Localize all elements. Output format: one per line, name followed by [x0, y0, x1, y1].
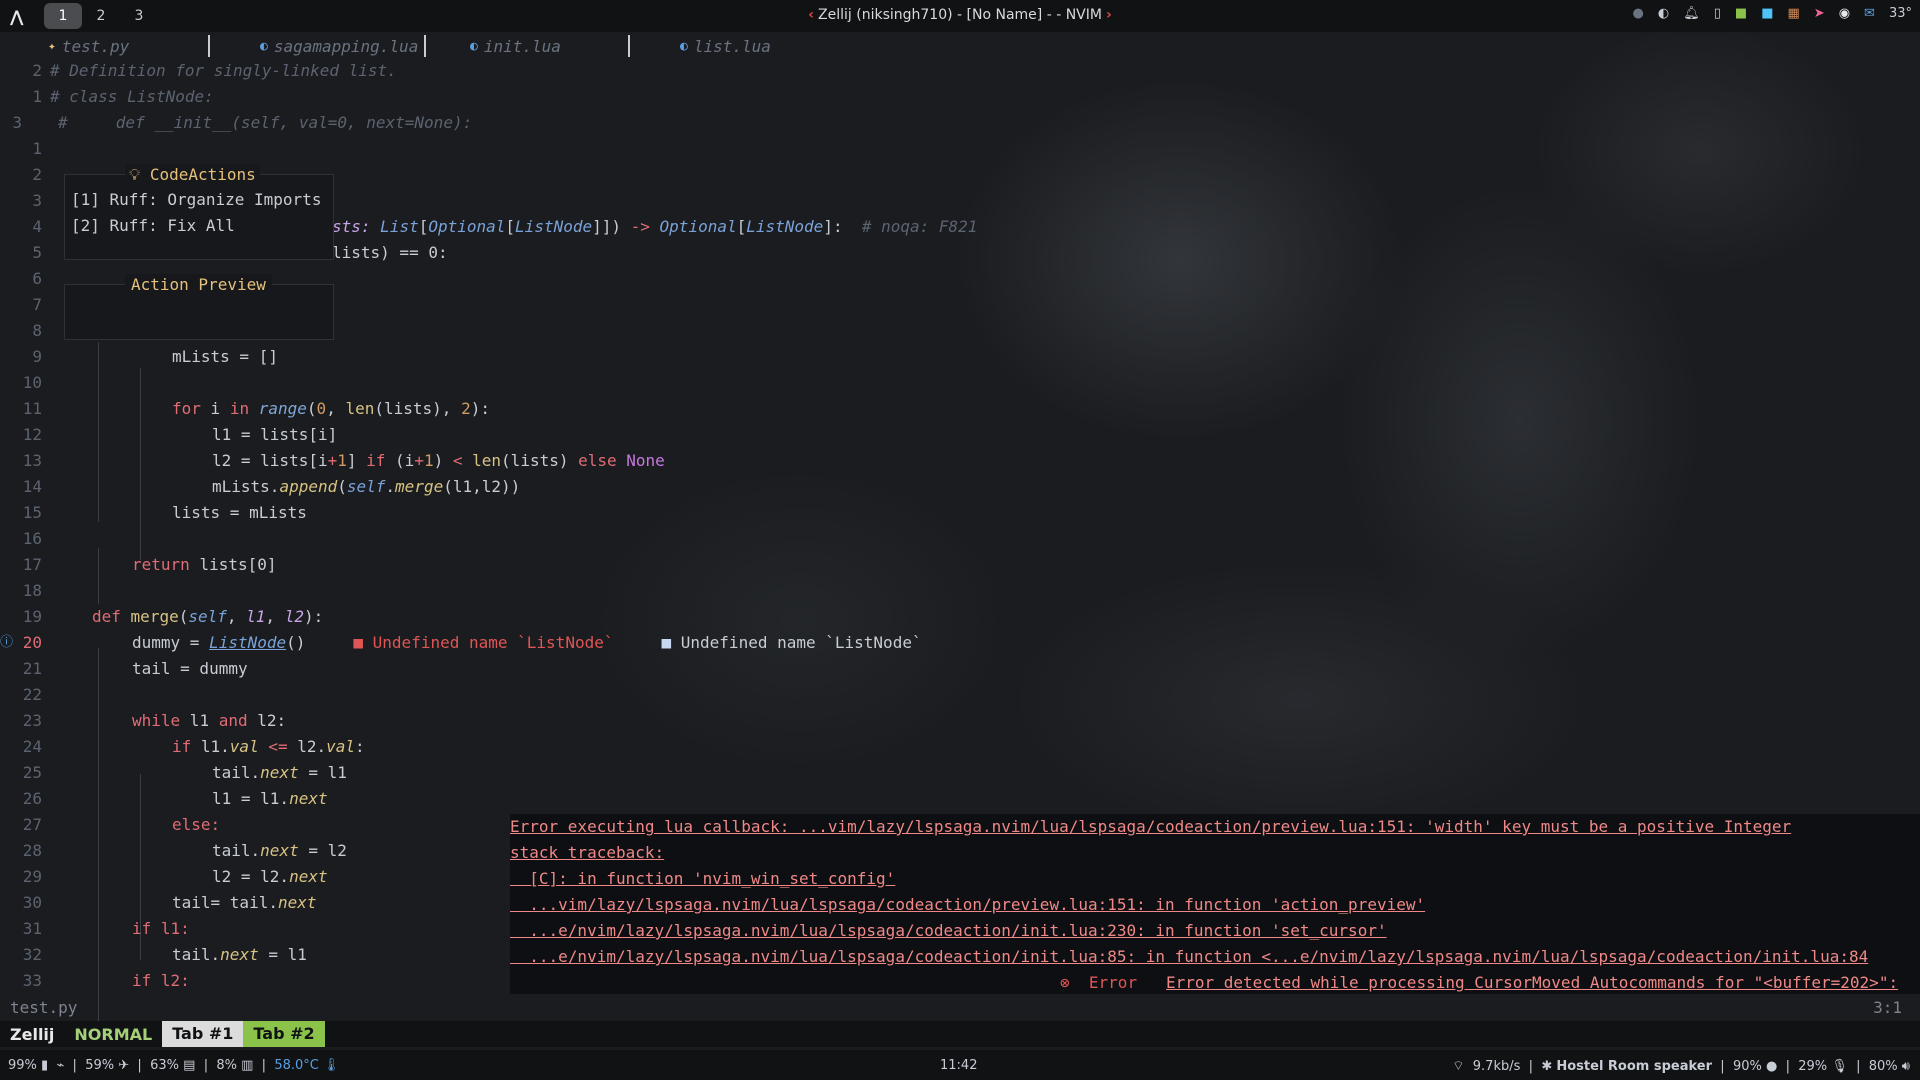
- workspace-2[interactable]: 2: [82, 3, 120, 29]
- code-line: 13 l2 = lists[i+1] if (i+1) < len(lists) …: [22, 451, 665, 470]
- diagnostic-error: ■ Undefined name `ListNode`: [353, 633, 614, 652]
- mail-icon[interactable]: ✉: [1864, 6, 1875, 21]
- cursor-position: 3:1: [1873, 998, 1902, 1017]
- diagnostic-info: ■ Undefined name `ListNode`: [661, 633, 922, 652]
- thermometer-icon: 🌡︎: [323, 1058, 340, 1073]
- buffer-line: ✦ test.py ◐ sagamapping.lua ◐ init.lua ◐…: [0, 32, 1920, 60]
- arch-logo-icon[interactable]: ⋀: [10, 7, 30, 26]
- zellij-tab-2[interactable]: Tab #2: [243, 1021, 325, 1047]
- mode-indicator: NORMAL: [74, 1024, 153, 1044]
- error-line-5: ...e/nvim/lazy/lspsaga.nvim/lua/lspsaga/…: [510, 921, 1387, 940]
- top-bar: ⋀ 1 2 3 ‹ Zellij (niksingh710) - [No Name…: [0, 0, 1920, 32]
- workspace-1[interactable]: 1: [44, 3, 82, 29]
- code-line: 9 mLists = []: [32, 347, 278, 366]
- code-actions-title: 💡︎ CodeActions: [125, 164, 260, 186]
- lua-icon: ◐: [260, 38, 268, 54]
- brightness-icon[interactable]: ●: [1766, 1059, 1777, 1074]
- code-line: 24 if l1.val <= l2.val:: [22, 737, 365, 756]
- android-icon[interactable]: ■: [1735, 6, 1747, 21]
- python-icon: ✦: [48, 38, 56, 54]
- code-line: 1: [32, 139, 42, 158]
- leaf-icon: ⌁: [56, 1058, 65, 1073]
- status-filename: test.py: [10, 998, 78, 1017]
- lightbulb-icon: 💡︎: [129, 165, 141, 184]
- code-line: 10: [22, 373, 42, 392]
- disk-icon: ▥: [241, 1058, 254, 1073]
- code-line: 21 tail = dummy: [22, 659, 248, 678]
- system-status-bar: 99% ▮ ⌁ | 59% ✈ | 63% ▤ | 8% ▥ | 58.0°C …: [0, 1050, 1920, 1080]
- microphone-icon[interactable]: 🎙︎: [1831, 1059, 1848, 1074]
- code-line: 3 # def __init__(self, val=0, next=None):: [12, 113, 473, 132]
- code-line: 16: [22, 529, 42, 548]
- code-line-current: ⓘ 20 dummy = ListNode() ■ Undefined name `L…: [0, 630, 1920, 656]
- code-line: 11 for i in range(0, len(lists), 2):: [22, 399, 490, 418]
- system-tray: ● ◐ 🔔︎ ▯ ■ ■ ▦ ➤ ◉ ✉ 33°: [1633, 6, 1912, 21]
- system-stats: 99% ▮ ⌁ | 59% ✈ | 63% ▤ | 8% ▥ | 58.0°C …: [8, 1058, 340, 1073]
- zellij-tab-bar: Zellij NORMAL Tab #1 Tab #2: [0, 1021, 1920, 1047]
- code-action-organize-imports[interactable]: [1] Ruff: Organize Imports: [71, 187, 321, 213]
- weather-temp: 33°: [1888, 6, 1912, 21]
- send-icon[interactable]: ➤: [1814, 6, 1825, 21]
- app-icon[interactable]: ■: [1761, 6, 1773, 21]
- code-line: 19 def merge(self, l1, l2):: [22, 607, 324, 626]
- error-line-6: ...e/nvim/lazy/lspsaga.nvim/lua/lspsaga/…: [510, 947, 1869, 966]
- chevron-right-icon: ›: [1105, 7, 1112, 23]
- code-line: 12 l1 = lists[i]: [22, 425, 338, 444]
- cpu-icon: ✈: [118, 1058, 130, 1073]
- bell-icon[interactable]: 🔔︎: [1683, 6, 1700, 21]
- error-line-2: stack traceback:: [510, 843, 665, 862]
- error-notification: ⊗ Error Error detected while processing …: [1060, 973, 1899, 992]
- toggle-icon[interactable]: ◐: [1658, 6, 1669, 21]
- memory-icon: ▤: [183, 1058, 196, 1073]
- nvim-statusline: test.py 3:1: [0, 996, 1920, 1020]
- clock[interactable]: 11:42: [940, 1058, 977, 1073]
- battery-icon: ▮: [41, 1058, 49, 1073]
- volume-icon[interactable]: 🔊︎: [1902, 1059, 1910, 1074]
- code-line: 14 mLists.append(self.merge(l1,l2)): [22, 477, 521, 496]
- buffer-tab-test-py[interactable]: ✦ test.py: [0, 33, 210, 59]
- buffer-tab-sagamapping[interactable]: ◐ sagamapping.lua: [210, 33, 427, 59]
- code-line: 2 # Definition for singly-linked list.: [32, 61, 397, 80]
- zellij-label: Zellij: [10, 1024, 55, 1044]
- phone-icon[interactable]: ▯: [1714, 6, 1721, 21]
- buffer-tab-list-lua[interactable]: ◐ list.lua: [630, 33, 840, 59]
- code-line: 17 return lists[0]: [22, 555, 277, 574]
- error-message-panel: Error executing lua callback: ...vim/laz…: [510, 814, 1920, 994]
- undefined-symbol[interactable]: ListNode: [209, 633, 286, 652]
- error-line-1: Error executing lua callback: ...vim/laz…: [510, 817, 1792, 836]
- chevron-left-icon: ‹: [808, 7, 815, 23]
- code-line: 25 tail.next = l1: [22, 763, 347, 782]
- action-preview-panel: Action Preview: [64, 274, 334, 340]
- code-line: 15 lists = mLists: [22, 503, 307, 522]
- bluetooth-icon[interactable]: ✱: [1541, 1059, 1552, 1074]
- code-action-fix-all[interactable]: [2] Ruff: Fix All: [71, 213, 235, 239]
- wifi-icon[interactable]: ⌔: [1452, 1059, 1464, 1074]
- code-line: 1 # class ListNode:: [32, 87, 214, 106]
- code-line: 22: [22, 685, 42, 704]
- drop-icon[interactable]: ●: [1633, 6, 1644, 21]
- error-line-3: [C]: in function 'nvim_win_set_config': [510, 869, 896, 888]
- grid-icon[interactable]: ▦: [1788, 6, 1800, 21]
- code-line: 23 while l1 and l2:: [22, 711, 287, 730]
- lua-icon: ◐: [470, 38, 478, 54]
- zellij-tab-1[interactable]: Tab #1: [162, 1021, 244, 1047]
- discord-icon[interactable]: ◉: [1839, 6, 1850, 21]
- code-line: 26 l1 = l1.next: [22, 789, 328, 808]
- buffer-tab-init-lua[interactable]: ◐ init.lua: [420, 33, 630, 59]
- workspace-3[interactable]: 3: [120, 3, 158, 29]
- info-sign-icon: ⓘ: [0, 635, 14, 650]
- action-preview-title: Action Preview: [125, 274, 272, 296]
- error-circle-icon: ⊗: [1060, 973, 1070, 992]
- system-right-stats: ⌔ 9.7kb/s | ✱ Hostel Room speaker | 90% …: [1452, 1059, 1910, 1074]
- lua-icon: ◐: [680, 38, 688, 54]
- code-line: 18: [22, 581, 42, 600]
- error-line-4: ...vim/lazy/lspsaga.nvim/lua/lspsaga/cod…: [510, 895, 1426, 914]
- code-actions-popup: 💡︎ CodeActions [1] Ruff: Organize Import…: [64, 164, 334, 260]
